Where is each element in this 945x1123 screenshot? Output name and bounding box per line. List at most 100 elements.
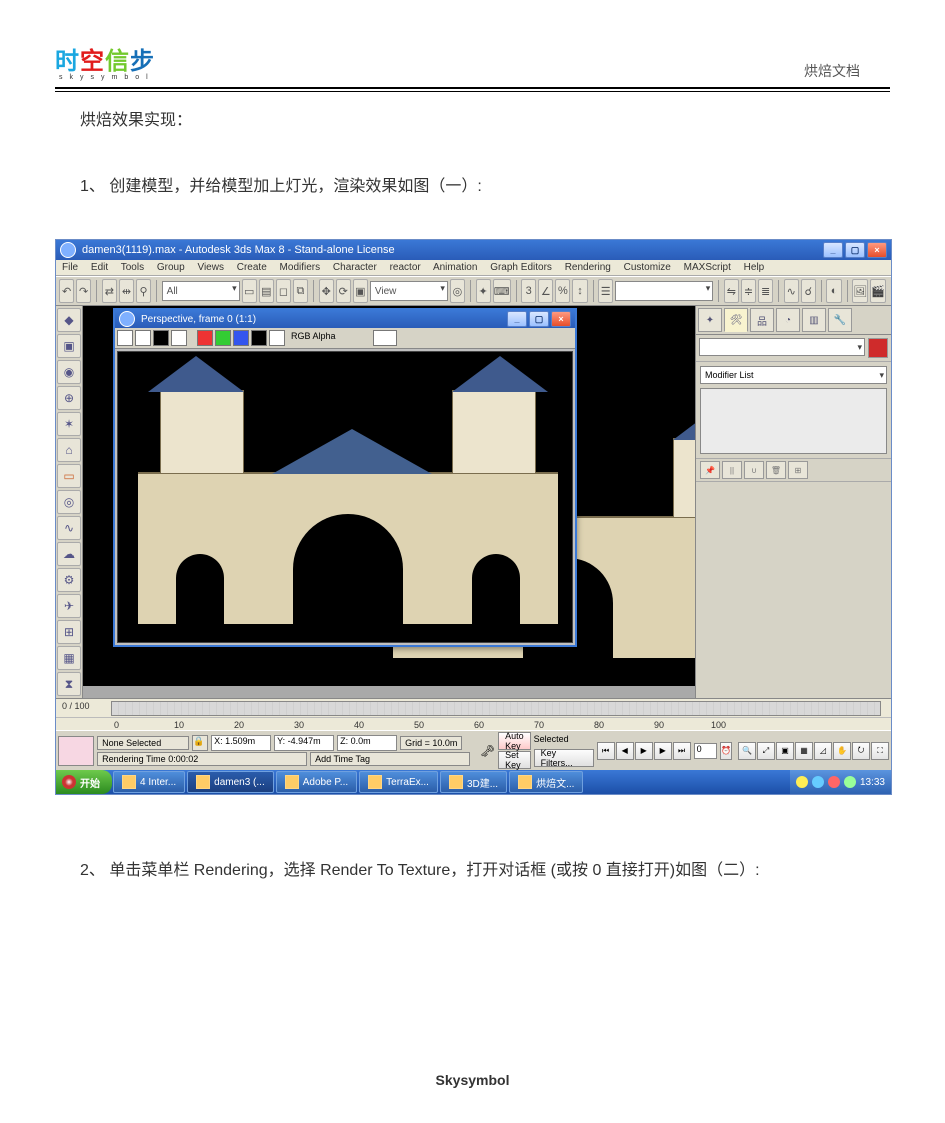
app-titlebar[interactable]: damen3(1119).max - Autodesk 3ds Max 8 - … (56, 240, 891, 260)
task-item[interactable]: 3D建... (440, 771, 507, 793)
save-image-button[interactable] (117, 330, 133, 346)
goto-end-button[interactable]: ⏭ (673, 742, 691, 760)
task-item[interactable]: 4 Inter... (113, 771, 185, 793)
unlink-button[interactable]: ⇹ (119, 279, 134, 303)
clear-button[interactable] (153, 330, 169, 346)
move-button[interactable]: ✥ (319, 279, 334, 303)
menu-edit[interactable]: Edit (91, 262, 108, 273)
curve-editor-button[interactable]: ∿ (784, 279, 799, 303)
snap-button[interactable]: 3 (521, 279, 536, 303)
close-button[interactable]: × (867, 242, 887, 258)
menu-help[interactable]: Help (744, 262, 765, 273)
make-unique-button[interactable]: ∪ (744, 461, 764, 479)
material-button[interactable]: ◐ (826, 279, 841, 303)
show-end-button[interactable]: || (722, 461, 742, 479)
tab-display[interactable]: ▥ (802, 308, 826, 332)
alpha-dropdown[interactable]: RGB Alpha (291, 331, 371, 345)
channel-g-button[interactable] (215, 330, 231, 346)
prev-frame-button[interactable]: ◀ (616, 742, 634, 760)
selection-filter-dropdown[interactable]: All (162, 281, 240, 301)
menu-reactor[interactable]: reactor (390, 262, 421, 273)
pin-stack-button[interactable]: 📌 (700, 461, 720, 479)
named-sel-button[interactable]: ☰ (598, 279, 613, 303)
object-color-swatch[interactable] (868, 338, 888, 358)
mirror-button[interactable]: ⇋ (724, 279, 739, 303)
play-button[interactable]: ▶ (635, 742, 653, 760)
start-button[interactable]: 开始 (56, 770, 112, 794)
keymode-dropdown[interactable]: Selected (534, 734, 594, 748)
keyfilters-button[interactable]: Key Filters... (534, 749, 594, 767)
reactor-icon[interactable]: ◆ (57, 308, 81, 332)
current-frame-field[interactable]: 0 (694, 743, 717, 759)
menu-customize[interactable]: Customize (624, 262, 671, 273)
percent-snap-button[interactable]: % (555, 279, 570, 303)
reactor-icon[interactable]: ✶ (57, 412, 81, 436)
menu-file[interactable]: File (62, 262, 78, 273)
reactor-icon[interactable]: ⊞ (57, 620, 81, 644)
fov-button[interactable]: ◿ (814, 742, 832, 760)
reactor-icon[interactable]: ⌂ (57, 438, 81, 462)
select-rect-button[interactable]: ◻ (276, 279, 291, 303)
link-button[interactable]: ⇄ (102, 279, 117, 303)
redo-button[interactable]: ↷ (76, 279, 91, 303)
clone-button[interactable] (135, 330, 151, 346)
menu-animation[interactable]: Animation (433, 262, 477, 273)
align-button[interactable]: ≑ (741, 279, 756, 303)
ref-coord-dropdown[interactable]: View (370, 281, 448, 301)
modifier-list-dropdown[interactable]: Modifier List (700, 366, 887, 384)
render-maximize-button[interactable]: ▢ (529, 311, 549, 327)
menu-character[interactable]: Character (333, 262, 377, 273)
angle-snap-button[interactable]: ∠ (538, 279, 553, 303)
reactor-icon[interactable]: ⊕ (57, 386, 81, 410)
menu-views[interactable]: Views (197, 262, 224, 273)
pan-button[interactable]: ✋ (833, 742, 851, 760)
menu-tools[interactable]: Tools (121, 262, 144, 273)
rotate-button[interactable]: ⟳ (336, 279, 351, 303)
maxscript-listener[interactable] (58, 736, 94, 766)
windows-taskbar[interactable]: 开始 4 Inter... damen3 (... Adobe P... Ter… (56, 770, 891, 794)
tab-modify[interactable]: 🛠 (724, 308, 748, 332)
select-button[interactable]: ▭ (242, 279, 257, 303)
reactor-icon[interactable]: ✈ (57, 594, 81, 618)
reactor-icon[interactable]: ◎ (57, 490, 81, 514)
task-item[interactable]: 烘焙文... (509, 771, 583, 793)
setkey-button[interactable]: Set Key (498, 751, 531, 769)
system-tray[interactable]: 13:33 (790, 770, 891, 794)
minimize-button[interactable]: _ (823, 242, 843, 258)
reactor-icon[interactable]: ⧗ (57, 672, 81, 696)
render-titlebar[interactable]: Perspective, frame 0 (1:1) _ ▢ × (115, 310, 575, 328)
tab-motion[interactable]: ◔ (776, 308, 800, 332)
remove-mod-button[interactable]: 🗑 (766, 461, 786, 479)
task-item[interactable]: TerraEx... (359, 771, 438, 793)
channel-mono-button[interactable] (269, 330, 285, 346)
autokey-button[interactable]: Auto Key (498, 732, 531, 750)
tab-utilities[interactable]: 🔧 (828, 308, 852, 332)
schematic-button[interactable]: ☌ (801, 279, 816, 303)
menu-group[interactable]: Group (157, 262, 185, 273)
coord-x[interactable]: X: 1.509m (211, 735, 271, 751)
zoom-button[interactable]: 🔍 (738, 742, 756, 760)
menu-rendering[interactable]: Rendering (565, 262, 611, 273)
channel-b-button[interactable] (233, 330, 249, 346)
menu-bar[interactable]: File Edit Tools Group Views Create Modif… (56, 260, 891, 276)
reactor-icon[interactable]: ▭ (57, 464, 81, 488)
tray-icon[interactable] (796, 776, 808, 788)
pivot-button[interactable]: ◎ (450, 279, 465, 303)
channel-r-button[interactable] (197, 330, 213, 346)
time-slider[interactable]: 0 / 100 (56, 698, 891, 717)
task-item[interactable]: damen3 (... (187, 771, 274, 793)
copy-button[interactable] (171, 330, 187, 346)
menu-modifiers[interactable]: Modifiers (280, 262, 321, 273)
zoom-extents-all-button[interactable]: ▦ (795, 742, 813, 760)
channel-alpha-button[interactable] (251, 330, 267, 346)
menu-maxscript[interactable]: MAXScript (684, 262, 731, 273)
maximize-button[interactable]: ▢ (845, 242, 865, 258)
time-tag[interactable]: Add Time Tag (310, 752, 470, 766)
coord-y[interactable]: Y: -4.947m (274, 735, 334, 751)
manip-button[interactable]: ✦ (476, 279, 491, 303)
lock-button[interactable]: 🔒 (192, 735, 208, 751)
coord-z[interactable]: Z: 0.0m (337, 735, 397, 751)
tab-hierarchy[interactable]: 品 (750, 308, 774, 332)
tray-icon[interactable] (844, 776, 856, 788)
scale-button[interactable]: ▣ (353, 279, 368, 303)
